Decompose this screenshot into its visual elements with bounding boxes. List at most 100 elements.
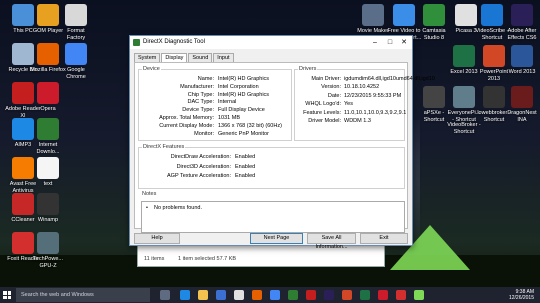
item-count: 11 items <box>144 256 165 262</box>
version-label: Version: <box>321 84 341 91</box>
word-2013-icon <box>511 45 533 67</box>
edge-icon[interactable] <box>180 290 190 300</box>
title-bar[interactable]: DirectX Diagnostic Tool – □ ✕ <box>130 36 412 49</box>
gom-player-icon <box>37 4 59 26</box>
desktop-icon-format-factory[interactable]: Format Factory <box>58 4 94 41</box>
start-button[interactable] <box>3 291 11 299</box>
search-box[interactable]: Search the web and Windows <box>16 288 150 302</box>
current-display-mode-label: Current Display Mode: <box>159 122 214 129</box>
desktop-icon-word-2013[interactable]: Word 2013 <box>504 45 540 76</box>
name-label: Name: <box>197 76 214 82</box>
manufacturer-value: Intel Corporation <box>218 83 259 90</box>
notes-textbox[interactable]: • No problems found. <box>141 201 405 233</box>
excel-icon[interactable] <box>360 290 370 300</box>
chrome-icon[interactable] <box>270 290 280 300</box>
desktop-icon-camtasia-studio-8[interactable]: Camtasia Studio 8 <box>416 4 452 41</box>
videoscribe-shortcut-icon <box>481 4 503 26</box>
desktop-icon-techpowe-gpu-z[interactable]: TechPowe... GPU-Z <box>30 232 66 269</box>
tab-sound[interactable]: Sound <box>188 53 213 62</box>
feature-levels-value: 11.0,10.1,10.0,9.3,9.2,9.1 <box>344 109 407 116</box>
desktop-icon-label: Winamp <box>37 217 59 223</box>
window-title: DirectX Diagnostic Tool <box>143 39 205 45</box>
clock-date: 12/26/2015 <box>508 295 534 301</box>
file-explorer-icon[interactable] <box>198 290 208 300</box>
driver-model-label: Driver Model: <box>308 118 341 124</box>
after-effects-icon[interactable] <box>324 290 334 300</box>
desktop-icon-internet-downlo[interactable]: Internet Downlo... <box>30 118 66 155</box>
device-type-label: Device Type: <box>182 107 214 114</box>
desktop-icon-label: Camtasia Studio 8 <box>422 28 446 41</box>
monitor-value: Generic PnP Monitor <box>218 130 269 137</box>
desktop-icon-label: VideoBroker - Shortcut <box>447 122 481 135</box>
notes-bullet: • <box>146 205 148 211</box>
drivers-group-title: Drivers <box>298 66 318 72</box>
help-button[interactable]: Help <box>134 233 180 244</box>
app-icon[interactable] <box>234 290 244 300</box>
adobe-after-effects-cs6-icon <box>511 4 533 26</box>
manufacturer-label: Manufacturer: <box>180 83 214 90</box>
directdraw-acceleration-value: Enabled <box>235 154 256 160</box>
reader-icon[interactable] <box>306 290 316 300</box>
minimize-button[interactable]: – <box>368 37 382 48</box>
name-value: Intel(R) HD Graphics <box>218 76 270 82</box>
driver-model-value: WDDM 1.3 <box>344 118 371 124</box>
winamp-icon <box>37 193 59 215</box>
desktop-icon-label: Format Factory <box>66 28 86 41</box>
dxdiag-window[interactable]: DirectX Diagnostic Tool – □ ✕ System Dis… <box>129 35 435 250</box>
everyonepi-shortcut-icon <box>453 86 475 108</box>
version-value: 10.18.10.4252 <box>344 84 380 91</box>
agp-texture-acceleration-label: AGP Texture Acceleration: <box>167 173 231 179</box>
desktop-icon-text[interactable]: text <box>30 157 66 188</box>
store-icon[interactable] <box>216 290 226 300</box>
desktop-icon-opera[interactable]: Opera <box>30 82 66 113</box>
search-placeholder: Search the web and Windows <box>21 292 94 298</box>
display-panel: Device Name: Intel(R) HD Graphics Manufact… <box>134 62 435 233</box>
free-video-to-gif-convert-icon <box>393 4 415 26</box>
desktop-icon-label: TechPowe... GPU-Z <box>33 256 63 269</box>
save-all-info-button[interactable]: Save All Information... <box>307 233 356 250</box>
chip-type-label: Chip Type: <box>187 91 214 98</box>
approx-total-memory-label: Approx. Total Memory: <box>159 115 214 121</box>
desktop-icon-label: Word 2013 <box>508 69 536 75</box>
desktop-icon-label: Google Chrome <box>66 67 86 80</box>
desktop-icon-dragonnest-ina[interactable]: DragonNest INA <box>504 86 540 123</box>
device-group-title: Device <box>142 66 161 72</box>
whql-logo-d-label: WHQL Logo'd: <box>305 101 341 108</box>
desktop-icon-adobe-after-effects-cs6[interactable]: Adobe After Effects CS6 <box>504 4 540 41</box>
agp-texture-acceleration-value: Enabled <box>235 173 256 179</box>
tab-system[interactable]: System <box>134 53 161 62</box>
text-icon <box>37 157 59 179</box>
powerpoint-2013-icon <box>483 45 505 67</box>
desktop-icon-label: Internet Downlo... <box>36 142 60 155</box>
desktop-icon-google-chrome[interactable]: Google Chrome <box>58 43 94 80</box>
drivers-group: Drivers Main Driver: igdumdim64.dll,igd10… <box>294 66 435 141</box>
next-page-button[interactable]: Next Page <box>250 233 303 244</box>
camtasia-icon[interactable] <box>288 290 298 300</box>
feature-levels-label: Feature Levels: <box>303 109 341 116</box>
desktop-icon-videobroker-shortcut[interactable]: VideoBroker - Shortcut <box>446 122 482 135</box>
foxit-icon[interactable] <box>396 290 406 300</box>
notes-title: Notes <box>141 191 158 197</box>
opera-icon <box>37 82 59 104</box>
powerpoint-icon[interactable] <box>342 290 352 300</box>
dac-type-label: DAC Type: <box>187 99 215 106</box>
exit-button[interactable]: Exit <box>360 233 408 244</box>
desktop-icon-label: DragonNest INA <box>507 110 537 123</box>
taskbar: Search the web and Windows 9:38 AM 12/26… <box>0 287 540 303</box>
desktop-icon-winamp[interactable]: Winamp <box>30 193 66 224</box>
desktop-icon-label: Opera <box>40 106 56 112</box>
close-button[interactable]: ✕ <box>397 37 411 48</box>
chip-type-value: Intel(R) HD Graphics <box>218 91 270 98</box>
movie-maker-icon <box>362 4 384 26</box>
dxdiag-taskbar-icon[interactable] <box>414 290 424 300</box>
desktop-icon-label: Adobe After Effects CS6 <box>507 28 537 41</box>
clock[interactable]: 9:38 AM 12/26/2015 <box>509 289 534 301</box>
direct3d-acceleration-label: Direct3D Acceleration: <box>176 163 231 170</box>
tab-input[interactable]: Input <box>213 53 234 62</box>
opera-icon[interactable] <box>378 290 388 300</box>
firefox-icon[interactable] <box>252 290 262 300</box>
maximize-button[interactable]: □ <box>383 37 397 48</box>
task-view-icon[interactable] <box>160 290 170 300</box>
tab-strip: System Display Sound Input <box>134 53 235 63</box>
google-chrome-icon <box>65 43 87 65</box>
